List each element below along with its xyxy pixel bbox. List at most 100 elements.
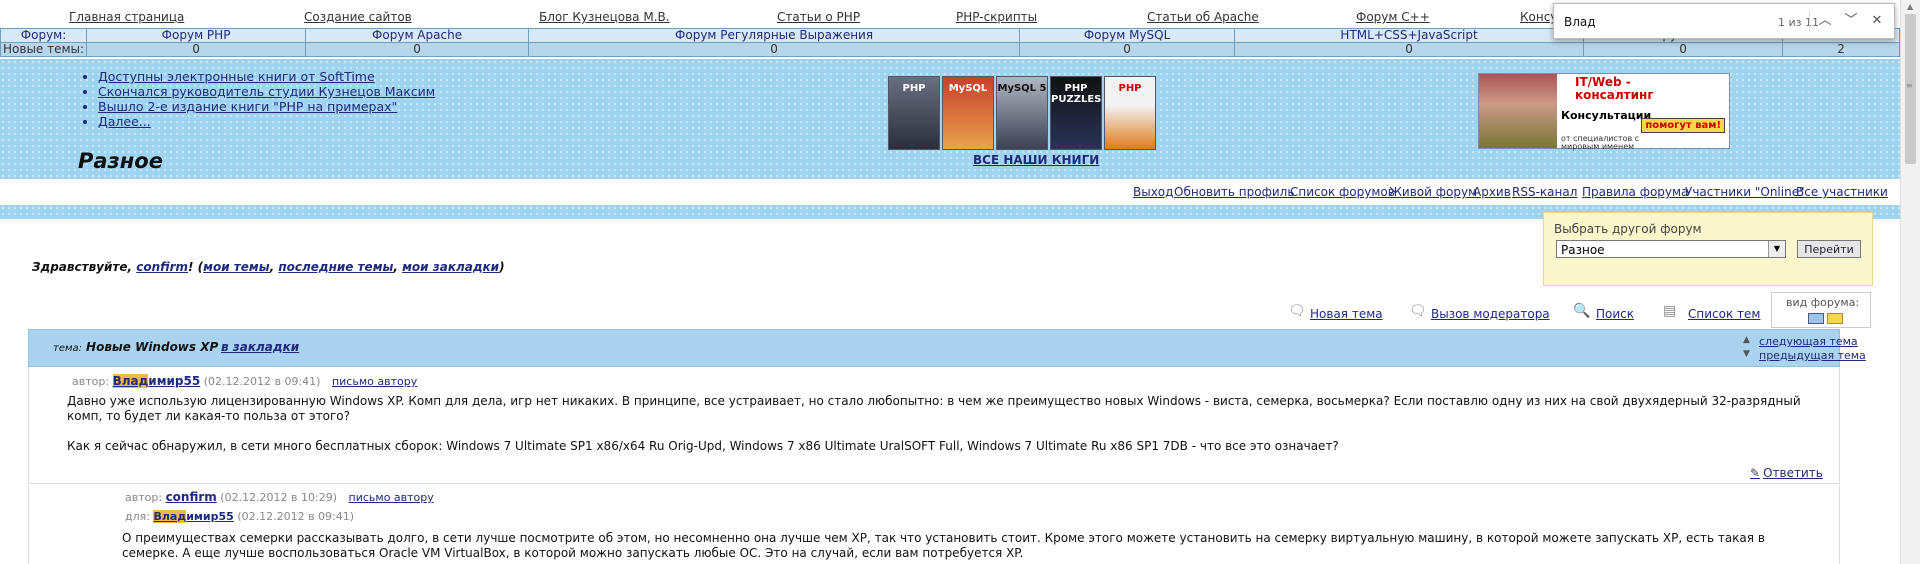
- ad-title-line: IT/Web -: [1575, 75, 1631, 89]
- find-bar: Влад 1 из 11 ︿ ﹀ ✕: [1553, 3, 1895, 39]
- section-title: Разное: [78, 149, 163, 173]
- find-input[interactable]: Влад: [1564, 15, 1596, 29]
- topic-header: тема: Новые Windows XP в закладки ▲ следу…: [28, 329, 1866, 367]
- search-highlight: Влад: [112, 374, 149, 388]
- arrow-up-icon: ▲: [1743, 335, 1750, 345]
- new-topic-link[interactable]: Новая тема: [1310, 307, 1383, 321]
- reply-to-date: (02.12.2012 в 09:41): [237, 510, 355, 523]
- next-topic-link[interactable]: следующая тема: [1759, 335, 1858, 348]
- call-moderator-link[interactable]: Вызов модератора: [1431, 307, 1550, 321]
- news-item[interactable]: Скончался руководитель студии Кузнецов М…: [98, 84, 435, 99]
- page-scrollbar[interactable]: ▲ ≡: [1900, 0, 1920, 564]
- greeting-punct: ! (: [188, 260, 204, 274]
- reply-link[interactable]: ✎ Ответить: [1750, 466, 1823, 480]
- greeting-punct: ): [499, 260, 505, 274]
- post-paragraph: Как я сейчас обнаружил, в сети много бес…: [67, 439, 1339, 453]
- greeting-punct: ,: [269, 260, 275, 274]
- book-cover-mysql5[interactable]: MySQL 5: [996, 76, 1048, 150]
- nav-link-php-scripts[interactable]: PHP-скрипты: [956, 10, 1037, 24]
- book-cover-mysql[interactable]: MySQL: [942, 76, 994, 150]
- book-cover-php-puzzles[interactable]: PHP PUZZLES: [1050, 76, 1102, 150]
- close-icon[interactable]: ✕: [1866, 10, 1888, 32]
- current-user-link[interactable]: confirm: [136, 260, 188, 274]
- rss-link[interactable]: RSS-канал: [1512, 185, 1577, 199]
- reply-label: Ответить: [1763, 466, 1823, 480]
- find-match-count: 1 из 11: [1778, 16, 1819, 29]
- nav-link-home[interactable]: Главная страница: [69, 10, 184, 24]
- forum-list-link[interactable]: Список форумов: [1290, 185, 1395, 199]
- post-date: (02.12.2012 в 10:29): [220, 491, 338, 504]
- update-profile-link[interactable]: Обновить профиль: [1174, 185, 1294, 199]
- new-count: 0: [305, 42, 530, 57]
- post-meta: автор: confirm (02.12.2012 в 10:29) пись…: [125, 490, 434, 504]
- speech-bubble-icon: 🗨: [1288, 303, 1306, 319]
- chevron-up-icon[interactable]: ︿: [1814, 10, 1836, 32]
- topic-title: тема: Новые Windows XP: [53, 340, 218, 354]
- forum-post-reply: автор: confirm (02.12.2012 в 10:29) пись…: [28, 485, 1840, 564]
- tree-view-icon[interactable]: [1827, 313, 1843, 324]
- nav-link-cpp-forum[interactable]: Форум C++: [1356, 10, 1430, 24]
- go-button[interactable]: Перейти: [1797, 240, 1861, 258]
- topic-list-icon: ▤: [1663, 303, 1677, 319]
- greeting-punct: ,: [393, 260, 398, 274]
- news-item[interactable]: Доступны электронные книги от SoftTime: [98, 69, 435, 84]
- author-name-rest: имир55: [148, 374, 201, 388]
- online-users-link[interactable]: Участники "Online": [1685, 185, 1805, 199]
- post-date: (02.12.2012 в 09:41): [203, 375, 321, 388]
- new-count: 0: [528, 42, 1021, 57]
- nav-link-sites[interactable]: Создание сайтов: [304, 10, 412, 24]
- news-more-link[interactable]: Далее...: [98, 114, 435, 129]
- author-link[interactable]: confirm: [166, 490, 217, 504]
- consulting-ad[interactable]: IT/Web - консалтинг Консультации от специ…: [1478, 73, 1730, 151]
- new-count: 0: [86, 42, 307, 57]
- chevron-down-icon[interactable]: ﹀: [1840, 10, 1862, 32]
- author-link[interactable]: Владимир55: [112, 374, 201, 388]
- reply-to-author-link[interactable]: Владимир55: [153, 510, 234, 523]
- last-topics-link[interactable]: последние темы: [278, 260, 393, 274]
- nav-link-blog[interactable]: Блог Кузнецова М.В.: [539, 10, 670, 24]
- all-books-link[interactable]: ВСЕ НАШИ КНИГИ: [973, 153, 1099, 167]
- forum-selector-label: Выбрать другой форум: [1554, 222, 1702, 236]
- search-link[interactable]: Поиск: [1596, 307, 1634, 321]
- my-bookmarks-link[interactable]: мои закладки: [402, 260, 499, 274]
- forum-row-label: Форум:: [0, 28, 88, 43]
- post-paragraph: О преимуществах семерки рассказывать дол…: [122, 531, 1765, 560]
- my-topics-link[interactable]: мои темы: [203, 260, 269, 274]
- new-count: 2: [1782, 42, 1900, 57]
- live-forum-link[interactable]: Живой форум: [1389, 185, 1477, 199]
- nav-link-php-articles[interactable]: Статьи о PHP: [777, 10, 860, 24]
- pencil-icon: ✎: [1750, 466, 1761, 480]
- reply-to-meta: для: Владимир55 (02.12.2012 в 09:41): [125, 510, 354, 523]
- forum-select[interactable]: Разное ▼: [1556, 240, 1786, 258]
- topic-title-text: Новые Windows XP: [86, 340, 219, 354]
- book-cover-oop-php[interactable]: PHP: [1104, 76, 1156, 150]
- speech-bubble-icon: 🗨: [1409, 303, 1427, 319]
- scroll-up-icon[interactable]: ▲: [1907, 2, 1913, 11]
- chevron-down-icon[interactable]: ▼: [1768, 241, 1785, 257]
- archive-link[interactable]: Архив: [1473, 185, 1511, 199]
- news-list: Доступны электронные книги от SoftTime С…: [80, 69, 435, 129]
- forum-link-apache[interactable]: Форум Apache: [305, 28, 530, 43]
- forum-link-mysql[interactable]: Форум MySQL: [1019, 28, 1236, 43]
- search-icon: 🔍: [1573, 303, 1591, 319]
- forum-link-html[interactable]: HTML+CSS+JavaScript: [1234, 28, 1585, 43]
- prev-topic-link[interactable]: предыдущая тема: [1759, 349, 1866, 362]
- mail-author-link[interactable]: письмо автору: [332, 375, 417, 388]
- forum-link-regex[interactable]: Форум Регулярные Выражения: [528, 28, 1021, 43]
- news-item[interactable]: Вышло 2-е издание книги "PHP на примерах…: [98, 99, 435, 114]
- logout-link[interactable]: Выход: [1133, 185, 1173, 199]
- post-body: Давно уже использую лицензированную Wind…: [67, 394, 1817, 454]
- book-cover-php[interactable]: PHP: [888, 76, 940, 150]
- nav-link-apache-articles[interactable]: Статьи об Apache: [1147, 10, 1259, 24]
- forum-rules-link[interactable]: Правила форума: [1582, 185, 1688, 199]
- list-view-icon[interactable]: [1808, 313, 1824, 324]
- bookmark-link[interactable]: в закладки: [221, 340, 299, 354]
- search-highlight: Влад: [153, 510, 187, 523]
- new-count: 0: [1234, 42, 1585, 57]
- mail-author-link[interactable]: письмо автору: [349, 491, 434, 504]
- topic-list-link[interactable]: Список тем: [1688, 307, 1760, 321]
- all-users-link[interactable]: Все участники: [1796, 185, 1888, 199]
- forum-select-value: Разное: [1561, 243, 1605, 257]
- reply-to-label: для:: [125, 510, 150, 523]
- forum-link-php[interactable]: Форум PHP: [86, 28, 307, 43]
